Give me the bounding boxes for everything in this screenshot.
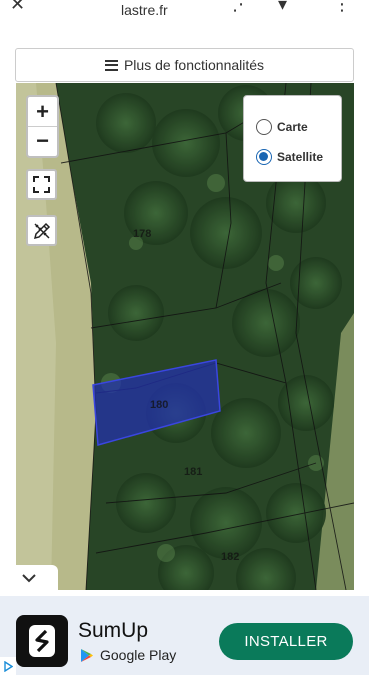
radio-carte[interactable]	[256, 119, 272, 135]
chevron-down-icon	[22, 574, 36, 583]
layer-option-carte[interactable]: Carte	[256, 112, 341, 142]
more-features-button[interactable]: Plus de fonctionnalités	[15, 48, 354, 82]
google-play-icon	[81, 648, 93, 662]
draw-tool-button[interactable]	[26, 215, 57, 246]
parcel-label: 182	[221, 551, 239, 563]
bookmark-icon[interactable]: ▾	[278, 0, 287, 14]
pencil-ruler-icon	[33, 222, 50, 239]
parcel-label: 180	[150, 399, 168, 411]
zoom-control: + −	[26, 95, 59, 158]
collapse-panel-button[interactable]	[0, 565, 58, 591]
parcel-label: 181	[184, 466, 202, 478]
layer-option-satellite[interactable]: Satellite	[256, 142, 341, 172]
zoom-in-button[interactable]: +	[28, 97, 57, 126]
fullscreen-button[interactable]	[26, 169, 57, 200]
layer-switcher: Carte Satellite	[243, 95, 342, 182]
layer-label: Carte	[277, 120, 308, 134]
install-button[interactable]: INSTALLER	[219, 623, 353, 660]
more-icon[interactable]: ⋮	[333, 0, 351, 14]
ad-app-name: SumUp	[78, 619, 149, 642]
ad-store-label: Google Play	[100, 647, 177, 663]
layer-label: Satellite	[277, 150, 324, 164]
radio-satellite[interactable]	[256, 149, 272, 165]
fullscreen-icon	[33, 176, 50, 193]
more-features-label: Plus de fonctionnalités	[123, 57, 265, 73]
url-text[interactable]: lastre.fr	[121, 2, 168, 18]
share-icon[interactable]: ⋰	[232, 0, 250, 14]
close-icon[interactable]: ✕	[10, 0, 25, 14]
ad-store: Google Play	[80, 647, 176, 663]
adchoices-icon[interactable]	[0, 657, 16, 675]
hamburger-icon	[104, 59, 118, 71]
zoom-out-button[interactable]: −	[28, 126, 57, 155]
parcel-label: 178	[133, 228, 151, 240]
sumup-logo-icon[interactable]	[16, 615, 68, 667]
browser-toolbar: ✕ lastre.fr ⋰ ▾ ⋮	[0, 0, 369, 24]
